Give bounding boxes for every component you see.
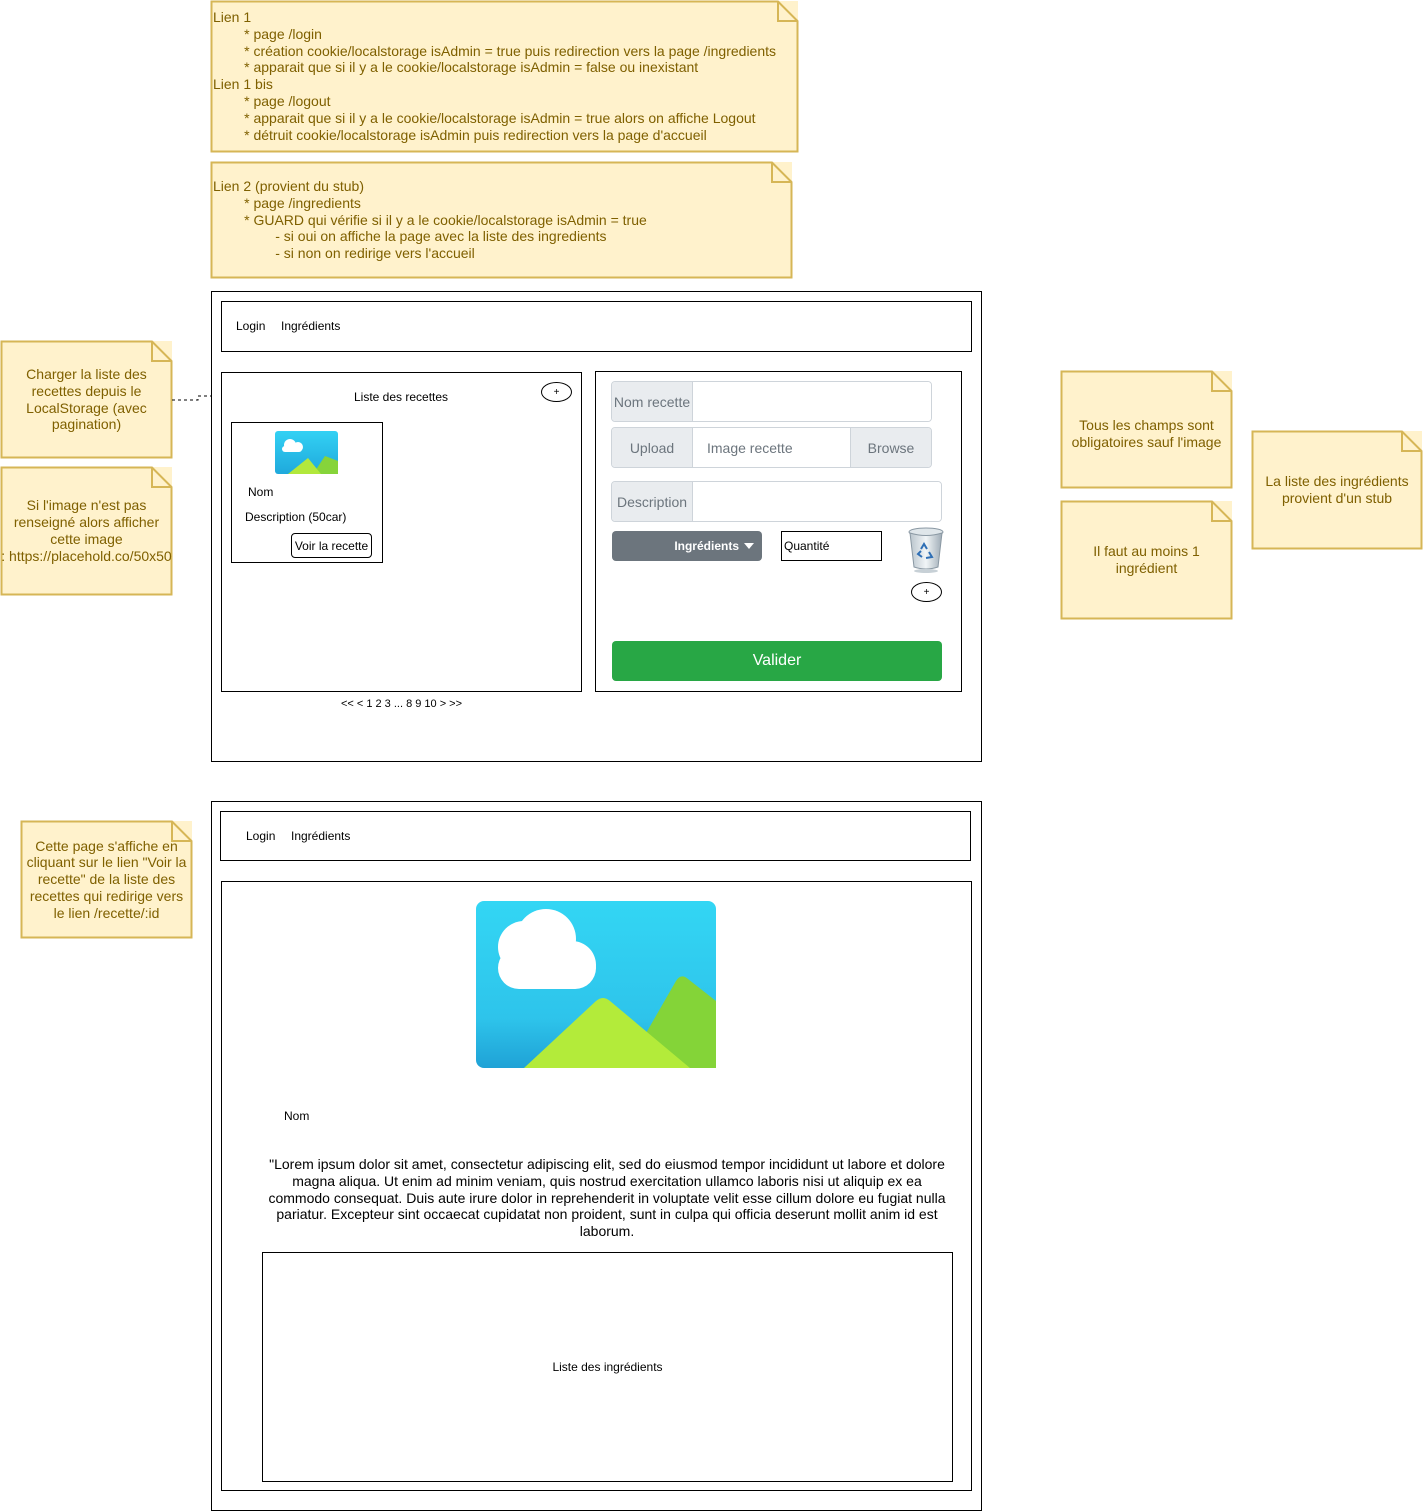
- note-lien2-text: Lien 2 (provient du stub) * page /ingred…: [213, 178, 647, 262]
- ingredients-list-label: Liste des ingrédients: [552, 1360, 663, 1374]
- recipe-list-title: Liste des recettes: [354, 390, 449, 404]
- ingredients-dropdown-label: Ingrédients: [674, 539, 739, 553]
- navbar: Login Ingrédients: [221, 301, 972, 352]
- detail-navbar: Login Ingrédients: [220, 811, 971, 861]
- browse-button[interactable]: Browse: [850, 428, 931, 467]
- view-recipe-button[interactable]: Voir la recette: [291, 533, 372, 558]
- recipe-card-description: Description (50car): [245, 510, 347, 524]
- recipe-detail-name: Nom: [284, 1109, 310, 1123]
- note-lien1-text: Lien 1 * page /login * création cookie/l…: [213, 9, 777, 143]
- recipe-name-label: Nom recette: [612, 382, 693, 421]
- note-ingredient: Il faut au moins 1 ingrédient: [1060, 500, 1233, 620]
- image-upload-field[interactable]: Upload Image recette Browse: [611, 427, 932, 468]
- note-image: Si l'image n'est pas renseigné alors aff…: [0, 466, 173, 596]
- image-placeholder-icon: [476, 901, 716, 1068]
- quantity-input[interactable]: Quantité: [781, 531, 882, 561]
- upload-label: Upload: [612, 428, 693, 467]
- description-input[interactable]: [693, 482, 941, 521]
- note-detail: Cette page s'affiche en cliquant sur le …: [20, 820, 193, 939]
- description-field[interactable]: Description: [611, 481, 942, 522]
- note-image-text: Si l'image n'est pas renseigné alors aff…: [1, 497, 172, 564]
- note-lien2: Lien 2 (provient du stub) * page /ingred…: [210, 161, 793, 279]
- image-file-input[interactable]: Image recette: [693, 428, 850, 467]
- note-champs: Tous les champs sont obligatoires sauf l…: [1060, 370, 1233, 489]
- caret-down-icon: [744, 543, 754, 549]
- image-placeholder-icon: [275, 431, 338, 474]
- ingredients-list-box: Liste des ingrédients: [262, 1252, 953, 1482]
- recipe-detail-description: "Lorem ipsum dolor sit amet, consectetur…: [268, 1156, 946, 1240]
- recipe-name-input[interactable]: [693, 382, 931, 421]
- nav-login-link[interactable]: Login: [236, 319, 265, 333]
- note-ingredient-text: Il faut au moins 1 ingrédient: [1093, 543, 1200, 576]
- note-stub-text: La liste des ingrédients provient d'un s…: [1265, 473, 1409, 506]
- note-stub: La liste des ingrédients provient d'un s…: [1251, 430, 1423, 550]
- nav-ingredients-link[interactable]: Ingrédients: [291, 829, 350, 843]
- note-charger: Charger la liste des recettes depuis le …: [0, 340, 173, 459]
- recipe-name-field[interactable]: Nom recette: [611, 381, 932, 422]
- nav-login-link[interactable]: Login: [246, 829, 275, 843]
- add-recipe-button[interactable]: +: [541, 382, 572, 402]
- nav-ingredients-link[interactable]: Ingrédients: [281, 319, 340, 333]
- note-charger-text: Charger la liste des recettes depuis le …: [26, 365, 147, 433]
- pagination[interactable]: << < 1 2 3 ... 8 9 10 > >>: [221, 698, 582, 710]
- recycle-bin-icon[interactable]: [907, 527, 945, 573]
- add-ingredient-button[interactable]: +: [911, 582, 942, 602]
- ingredients-dropdown[interactable]: Ingrédients: [612, 531, 762, 561]
- recipe-list-panel: Liste des recettes + Nom Description (50…: [221, 372, 582, 692]
- description-label: Description: [612, 482, 693, 521]
- detail-content: Nom "Lorem ipsum dolor sit amet, consect…: [221, 881, 972, 1491]
- recipe-card: Nom Description (50car) Voir la recette: [231, 422, 383, 563]
- note-champs-text: Tous les champs sont obligatoires sauf l…: [1071, 416, 1222, 450]
- recipe-card-name: Nom: [248, 485, 274, 499]
- note-detail-text: Cette page s'affiche en cliquant sur le …: [26, 837, 187, 921]
- recipe-form-panel: Nom recette Upload Image recette Browse …: [595, 371, 962, 692]
- note-lien1: Lien 1 * page /login * création cookie/l…: [210, 0, 799, 153]
- submit-button[interactable]: Valider: [612, 641, 942, 681]
